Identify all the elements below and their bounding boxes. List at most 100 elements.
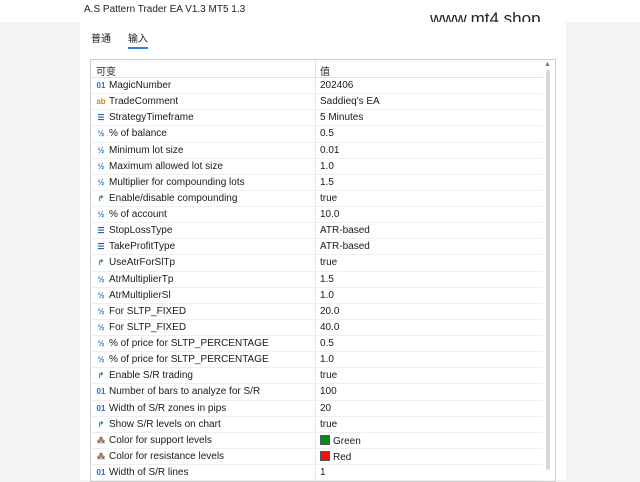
variable-name: StopLossType [109,225,173,237]
variable-value[interactable]: 1.0 [320,354,334,365]
table-row[interactable]: ½ % of account 10.0 [91,207,543,224]
variable-value[interactable]: 20 [320,403,331,414]
variable-value[interactable]: 202406 [320,80,353,91]
table-row[interactable]: ↱ Enable/disable compounding true [91,190,543,207]
window-titlebar: A.S Pattern Trader EA V1.3 MT5 1.3 www.m… [0,0,640,28]
double-icon: ½ [97,322,105,332]
table-row[interactable]: 01 MagicNumber 202406 [91,78,543,95]
variable-value[interactable]: 1.5 [320,177,334,188]
variable-name: Enable/disable compounding [109,192,238,204]
table-row[interactable]: ½ % of price for SLTP_PERCENTAGE 0.5 [91,336,543,353]
table-row[interactable]: ⁂ Color for support levels Green [91,432,543,449]
inputs-grid: 可变 值 01 MagicNumber 202406 ab TradeComment Sa… [90,59,556,482]
table-row[interactable]: ½ Multiplier for compounding lots 1.5 [91,174,543,191]
ea-properties-dialog: 普通 输入 可变 值 01 MagicNumber 202406 ab TradeCom… [80,22,566,482]
variable-value[interactable]: 1 [320,467,326,478]
table-row[interactable]: ½ % of balance 0.5 [91,126,543,143]
table-row[interactable]: ½ Minimum lot size 0.01 [91,142,543,159]
color-icon: ⁂ [97,451,105,461]
table-row[interactable]: ☰ StopLossType ATR-based [91,223,543,240]
tab-common[interactable]: 普通 [91,30,111,45]
int-icon: 01 [96,468,106,477]
variable-value[interactable]: ATR-based [320,241,370,252]
grid-header: 可变 值 [91,60,543,78]
table-row[interactable]: ½ % of price for SLTP_PERCENTAGE 1.0 [91,352,543,369]
color-swatch [320,450,330,461]
variable-value[interactable]: 40.0 [320,322,339,333]
double-icon: ½ [97,177,105,187]
variable-value[interactable]: true [320,370,337,381]
header-value: 值 [320,67,330,78]
scroll-up-arrow-icon[interactable]: ▲ [544,61,551,68]
variable-value[interactable]: Saddieq's EA [320,96,380,107]
bool-icon: ↱ [97,371,105,381]
variable-name: TradeComment [109,96,179,108]
table-row[interactable]: ½ For SLTP_FIXED 20.0 [91,303,543,320]
table-row[interactable]: 01 Width of S/R lines 1 [91,465,543,481]
variable-name: Color for support levels [109,434,212,446]
bool-icon: ↱ [97,419,105,429]
table-row[interactable]: ☰ StrategyTimeframe 5 Minutes [91,110,543,127]
table-row[interactable]: 01 Width of S/R zones in pips 20 [91,400,543,417]
enum-icon: ☰ [97,242,105,252]
variable-name: For SLTP_FIXED [109,305,187,317]
variable-name: AtrMultiplierSl [109,289,171,301]
table-row[interactable]: ⁂ Color for resistance levels Red [91,448,543,465]
double-icon: ½ [97,161,105,171]
variable-value[interactable]: true [320,419,337,430]
table-row[interactable]: ab TradeComment Saddieq's EA [91,94,543,111]
variable-name: % of price for SLTP_PERCENTAGE [109,338,269,349]
variable-name: AtrMultiplierTp [109,273,174,285]
table-row[interactable]: ½ For SLTP_FIXED 40.0 [91,319,543,336]
string-icon: ab [96,97,106,107]
double-icon: ½ [97,129,105,139]
vertical-scrollbar[interactable] [546,70,550,470]
variable-value[interactable]: true [320,257,337,268]
tab-inputs[interactable]: 输入 [128,30,148,49]
table-row[interactable]: ↱ Enable S/R trading true [91,368,543,385]
variable-name: Show S/R levels on chart [109,418,221,430]
variable-value[interactable]: 1.5 [320,274,334,285]
variable-value[interactable]: 5 Minutes [320,112,363,123]
double-icon: ½ [97,210,105,219]
variable-name: % of account [109,209,167,220]
variable-value[interactable]: ATR-based [320,225,370,236]
table-row[interactable]: ↱ UseAtrForSlTp true [91,255,543,272]
double-icon: ½ [97,145,105,155]
variable-name: Maximum allowed lot size [109,160,223,172]
variable-value[interactable]: Green [320,434,361,447]
variable-value[interactable]: 1.0 [320,161,334,172]
table-row[interactable]: 01 Number of bars to analyze for S/R 100 [91,384,543,401]
variable-value[interactable]: 1.0 [320,290,334,301]
int-icon: 01 [96,403,106,413]
variable-name: Width of S/R zones in pips [109,402,227,414]
variable-name: StrategyTimeframe [109,112,194,124]
variable-value[interactable]: 10.0 [320,209,339,220]
variable-name: Number of bars to analyze for S/R [109,386,261,398]
grid-rows: 01 MagicNumber 202406 ab TradeComment Saddieq… [91,78,543,481]
variable-value[interactable]: Red [320,450,351,463]
int-icon: 01 [96,81,106,90]
variable-value[interactable]: 0.01 [320,145,339,156]
variable-value[interactable]: 0.5 [320,338,334,349]
variable-value[interactable]: 20.0 [320,306,339,317]
table-row[interactable]: ↱ Show S/R levels on chart true [91,416,543,433]
table-row[interactable]: ½ AtrMultiplierTp 1.5 [91,271,543,288]
variable-name: Color for resistance levels [109,450,225,462]
variable-name: Minimum lot size [109,144,184,156]
variable-name: For SLTP_FIXED [109,321,187,333]
color-icon: ⁂ [97,435,105,445]
variable-name: UseAtrForSlTp [109,257,176,269]
variable-name: % of balance [109,128,167,140]
enum-icon: ☰ [97,113,105,123]
table-row[interactable]: ½ Maximum allowed lot size 1.0 [91,158,543,175]
variable-name: MagicNumber [109,80,172,91]
double-icon: ½ [97,306,105,316]
int-icon: 01 [96,387,106,397]
variable-value[interactable]: true [320,193,337,204]
variable-value[interactable]: 0.5 [320,128,334,139]
table-row[interactable]: ☰ TakeProfitType ATR-based [91,239,543,256]
table-row[interactable]: ½ AtrMultiplierSl 1.0 [91,287,543,304]
bool-icon: ↱ [97,193,105,203]
variable-value[interactable]: 100 [320,386,337,397]
